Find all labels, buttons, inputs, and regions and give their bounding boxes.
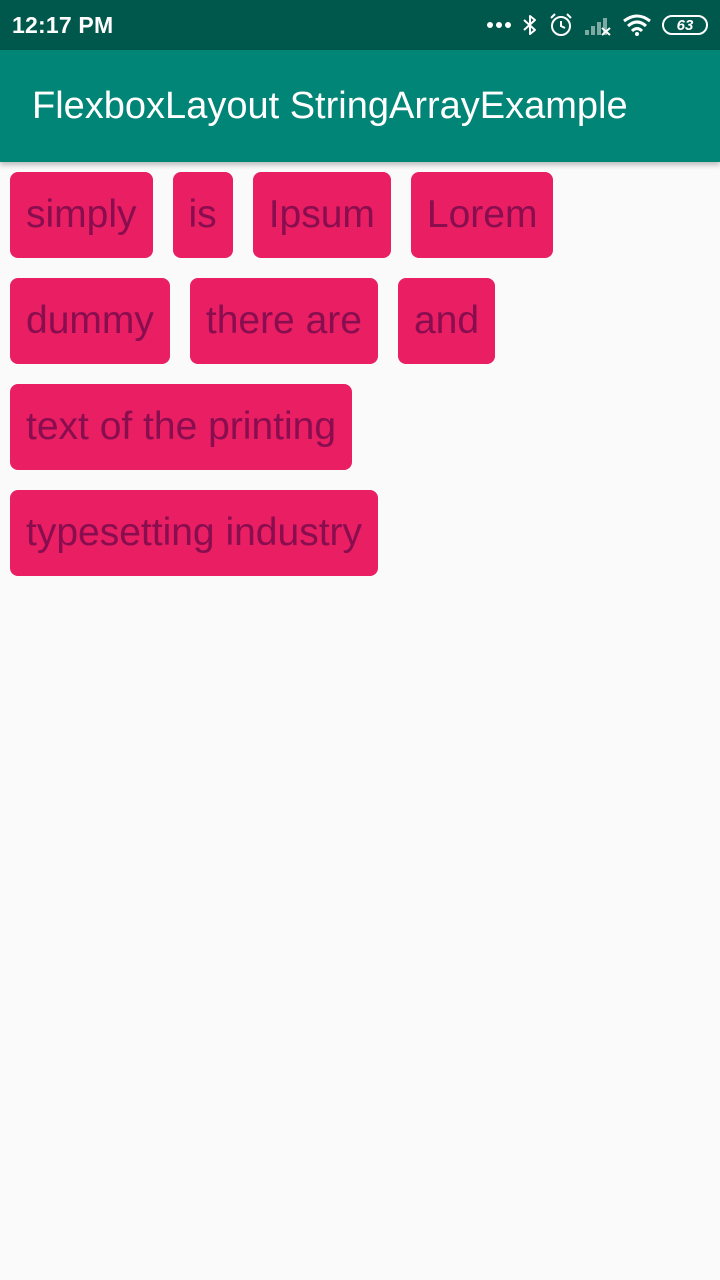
alarm-icon [548,12,574,38]
flexbox-item: Ipsum [252,172,391,258]
status-icons: 63 [486,0,708,50]
status-bar: 12:17 PM 63 [0,0,720,50]
battery-icon: 63 [662,15,708,35]
app-bar: FlexboxLayout StringArrayExample [0,50,720,162]
status-time: 12:17 PM [12,12,114,38]
battery-level: 63 [676,16,694,34]
flexbox-item: is [172,172,233,258]
bluetooth-icon [522,13,538,37]
signal-icon [584,14,612,36]
flexbox-layout: simply is Ipsum Lorem dummy there are and text … [10,172,710,576]
flexbox-item: dummy [10,278,170,364]
flexbox-item: text of the printing [10,384,353,470]
flexbox-item: and [397,278,496,364]
more-dots-icon [486,21,512,29]
app-title: FlexboxLayout StringArrayExample [32,85,628,127]
flexbox-item: Lorem [410,172,554,258]
flexbox-item: simply [10,172,153,258]
screen: 12:17 PM 63 FlexboxLayout StringArrayExa… [0,0,720,1280]
flexbox-item: typesetting industry [10,490,379,576]
flexbox-item: there are [189,278,378,364]
wifi-icon [622,13,652,37]
